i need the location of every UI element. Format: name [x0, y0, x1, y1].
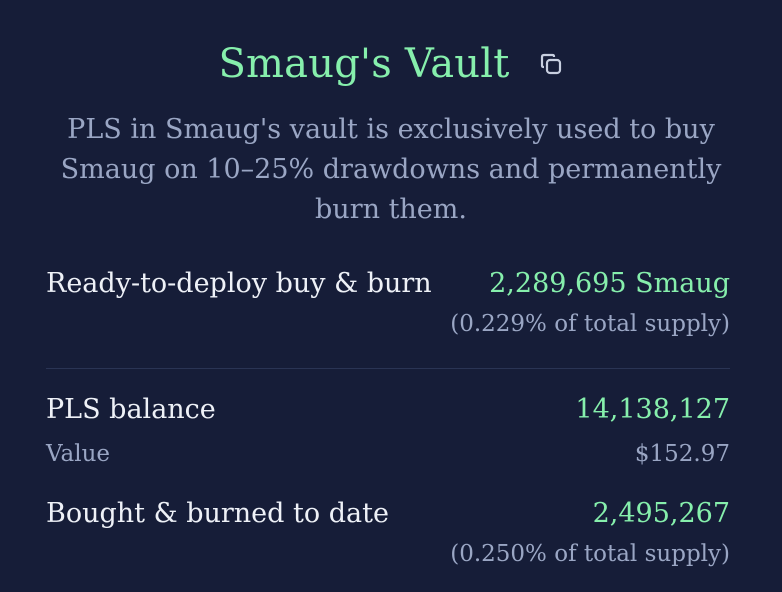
burned-supply-note: (0.250% of total supply) — [450, 541, 730, 567]
page-title: Smaug's Vault — [218, 41, 510, 87]
deploy-value: 2,289,695 Smaug — [489, 268, 730, 299]
balance-usd-value: $152.97 — [634, 441, 730, 467]
deploy-row: Ready-to-deploy buy & burn 2,289,695 Sma… — [46, 268, 730, 299]
vault-panel: Smaug's Vault PLS in Smaug's vault is ex… — [0, 0, 782, 592]
deploy-label: Ready-to-deploy buy & burn — [46, 268, 432, 299]
burned-supply-row: (0.250% of total supply) — [46, 541, 730, 567]
divider — [46, 368, 730, 369]
title-row: Smaug's Vault — [0, 38, 782, 90]
balance-row: PLS balance 14,138,127 — [46, 394, 730, 425]
copy-icon[interactable] — [538, 51, 564, 77]
balance-value: 14,138,127 — [575, 394, 730, 425]
vault-description: PLS in Smaug's vault is exclusively used… — [60, 114, 722, 225]
balance-value-label: Value — [46, 441, 110, 467]
deploy-supply-note: (0.229% of total supply) — [450, 311, 730, 337]
burned-value: 2,495,267 — [592, 498, 730, 529]
balance-usd-row: Value $152.97 — [46, 441, 730, 467]
burned-label: Bought & burned to date — [46, 498, 389, 529]
deploy-supply-row: (0.229% of total supply) — [46, 311, 730, 337]
burned-row: Bought & burned to date 2,495,267 — [46, 498, 730, 529]
balance-label: PLS balance — [46, 394, 216, 425]
